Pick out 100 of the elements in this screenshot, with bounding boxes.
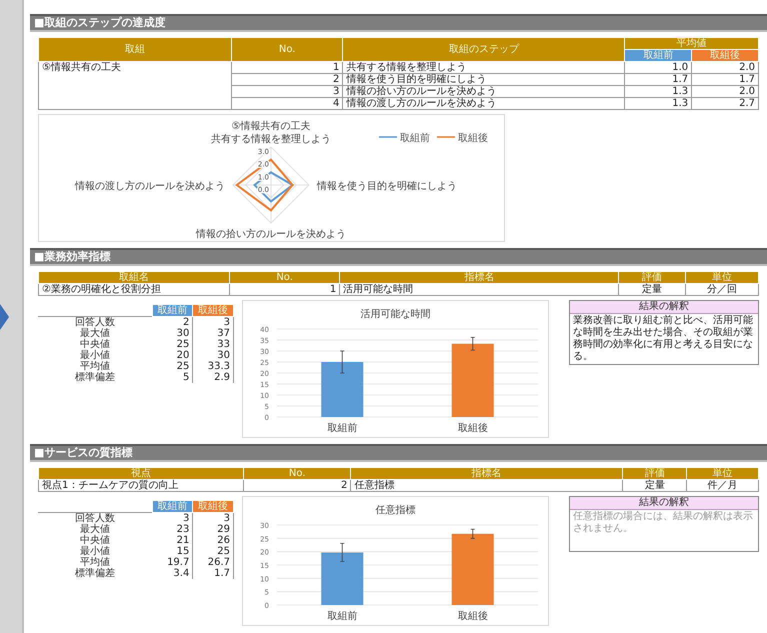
- table-cell: 1.7: [692, 74, 758, 86]
- category-label: 取組後: [458, 423, 488, 434]
- table-cell: 2: [244, 480, 351, 492]
- table-cell: 29: [192, 524, 234, 535]
- table-cell: 20: [152, 350, 193, 361]
- table-cell: 共有する情報を整理しよう: [342, 62, 625, 74]
- column-header: 単位: [685, 272, 758, 284]
- row-label: 中央値: [79, 535, 112, 546]
- interpretation-title: 結果の解釈: [570, 497, 758, 510]
- axis-label: 情報の渡し方のルールを決めよう: [75, 181, 225, 192]
- category-label: 取組前: [327, 423, 358, 434]
- chart-title: 活用可能な時間: [360, 309, 430, 320]
- row-label: 最大値: [79, 328, 112, 339]
- column-header: No.: [230, 272, 340, 284]
- table-cell: 1.0: [624, 62, 692, 74]
- column-header: 視点: [38, 468, 244, 480]
- row-label: 最小値: [79, 546, 112, 557]
- table-cell: 任意指標: [350, 480, 623, 492]
- column-header: 取組前: [624, 50, 692, 62]
- table-cell: 3: [192, 316, 234, 328]
- axis-label: 情報の拾い方のルールを決めよう: [196, 229, 346, 240]
- table-cell: 1.3: [624, 86, 692, 98]
- table-cell: 4: [231, 98, 343, 110]
- table-cell: 情報を使う目的を明確にしよう: [342, 74, 625, 86]
- table-cell: 33: [192, 339, 234, 350]
- table-cell: 定量: [622, 480, 687, 492]
- row-label: 最小値: [79, 350, 112, 361]
- category-label: 取組後: [458, 611, 488, 622]
- table-cell: 25: [152, 361, 193, 372]
- table-cell: 33.3: [192, 361, 234, 372]
- table-cell: ⑤情報共有の工夫: [38, 62, 232, 110]
- row-label: 平均値: [38, 361, 152, 372]
- column-header: 指標名: [350, 468, 623, 480]
- table-cell: 5: [152, 372, 193, 383]
- table-cell: 1.7: [624, 74, 692, 86]
- column-header: 取組: [38, 38, 232, 62]
- axis-label: 情報を使う目的を明確にしよう: [317, 181, 457, 192]
- table-cell: 15: [152, 546, 193, 557]
- column-header: 指標名: [340, 272, 619, 284]
- table-cell: 3: [152, 512, 193, 524]
- interpretation-text: 業務改善に取り組む前と比べ、活用可能な時間を生み出せた場合、その取組が業務時間の効率化に有用と考える目安になる。: [572, 314, 754, 364]
- column-header: 評価: [618, 272, 685, 284]
- table-cell: 件／月: [686, 480, 758, 492]
- section-title: ■業務効率指標: [30, 248, 767, 266]
- row-label: 回答人数: [38, 512, 152, 524]
- row-label: 平均値: [38, 557, 152, 568]
- column-header: 取組名: [38, 272, 230, 284]
- section-title: ■取組のステップの達成度: [30, 14, 767, 32]
- column-header: 評価: [622, 468, 687, 480]
- table-cell: 情報の拾い方のルールを決めよう: [342, 86, 625, 98]
- table-cell: 3: [192, 512, 234, 524]
- column-header: 取組のステップ: [342, 38, 625, 62]
- table-cell: 1: [230, 284, 340, 296]
- table-cell: ②業務の明確化と役割分担: [38, 284, 230, 296]
- column-header: 取組後: [192, 304, 234, 316]
- bar: [452, 534, 494, 605]
- interpretation-text: 任意指標の場合には、結果の解釈は表示されません。: [572, 510, 754, 536]
- error-bar: [340, 543, 345, 562]
- column-header: No.: [244, 468, 351, 480]
- table-cell: 37: [192, 328, 234, 339]
- row-label: 標準偏差: [74, 372, 116, 383]
- table-cell: 30: [192, 350, 234, 361]
- table-cell: 25: [192, 546, 234, 557]
- table-cell: 2.0: [692, 62, 758, 74]
- table-cell: 分／回: [685, 284, 758, 296]
- interpretation-title: 結果の解釈: [570, 301, 758, 314]
- triangle-icon: [0, 304, 9, 330]
- error-bar: [340, 350, 345, 374]
- table-cell: 19.7: [152, 557, 193, 568]
- table-cell: 3: [231, 86, 343, 98]
- table-cell: 定量: [618, 284, 685, 296]
- column-header: 単位: [686, 468, 758, 480]
- row-label: 最大値: [79, 524, 112, 535]
- table-cell: 視点1：チームケアの質の向上: [38, 480, 244, 492]
- table-cell: 2.9: [192, 372, 234, 383]
- error-bar: [470, 528, 476, 539]
- column-header: 取組前: [152, 500, 193, 512]
- category-label: 取組前: [327, 611, 358, 622]
- table-cell: 活用可能な時間: [340, 284, 619, 296]
- section-title: ■サービスの質指標: [30, 444, 767, 462]
- table-cell: 23: [152, 524, 193, 535]
- table-cell: 26: [192, 535, 234, 546]
- table-cell: 情報の渡し方のルールを決めよう: [342, 98, 625, 110]
- column-header: 取組後: [192, 500, 234, 512]
- table-cell: 2: [231, 74, 343, 86]
- column-header: 取組後: [692, 50, 758, 62]
- table-cell: 2.0: [692, 86, 758, 98]
- legend-item: 取組前: [379, 133, 430, 144]
- table-cell: 30: [152, 328, 193, 339]
- table-cell: 25: [152, 339, 193, 350]
- table-cell: 2: [152, 316, 193, 328]
- row-label: 標準偏差: [74, 568, 116, 579]
- bar: [321, 552, 364, 605]
- column-header: 取組前: [152, 304, 193, 316]
- chart-title: 任意指標: [376, 505, 416, 516]
- chart-title: ⑤情報共有の工夫: [232, 121, 310, 132]
- table-cell: 26.7: [192, 557, 234, 568]
- table-cell: 1.3: [624, 98, 692, 110]
- table-cell: 2.7: [692, 98, 758, 110]
- column-header: 平均値: [624, 38, 758, 50]
